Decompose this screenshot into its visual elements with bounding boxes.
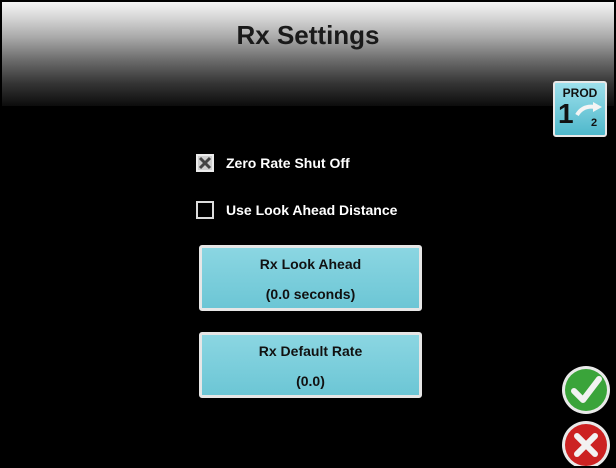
rx-look-ahead-value: (0.0 seconds) xyxy=(265,286,356,302)
product-from-number: 1 xyxy=(558,98,574,129)
accept-button[interactable] xyxy=(560,364,612,416)
title-bar: Rx Settings xyxy=(2,2,614,106)
cancel-button[interactable] xyxy=(560,419,612,468)
x-mark-icon xyxy=(198,156,212,170)
zero-rate-shutoff-label: Zero Rate Shut Off xyxy=(226,155,350,171)
rx-look-ahead-button[interactable]: Rx Look Ahead (0.0 seconds) xyxy=(199,245,422,311)
page-title: Rx Settings xyxy=(236,20,380,50)
look-ahead-distance-label: Use Look Ahead Distance xyxy=(226,202,398,218)
rx-default-rate-button[interactable]: Rx Default Rate (0.0) xyxy=(199,332,422,398)
rx-look-ahead-title: Rx Look Ahead xyxy=(259,256,362,272)
rx-default-rate-value: (0.0) xyxy=(296,373,325,389)
rx-settings-screen: Rx Settings PROD 1 2 Zero Rate Shut Off … xyxy=(0,0,616,468)
curved-arrow-icon xyxy=(575,102,602,117)
look-ahead-distance-option[interactable]: Use Look Ahead Distance xyxy=(196,199,397,221)
product-select-button[interactable]: PROD 1 2 xyxy=(553,81,607,137)
zero-rate-shutoff-checkbox[interactable] xyxy=(196,154,214,172)
look-ahead-distance-checkbox[interactable] xyxy=(196,201,214,219)
product-to-number: 2 xyxy=(591,117,598,129)
zero-rate-shutoff-option[interactable]: Zero Rate Shut Off xyxy=(196,152,350,174)
rx-default-rate-title: Rx Default Rate xyxy=(258,343,363,359)
